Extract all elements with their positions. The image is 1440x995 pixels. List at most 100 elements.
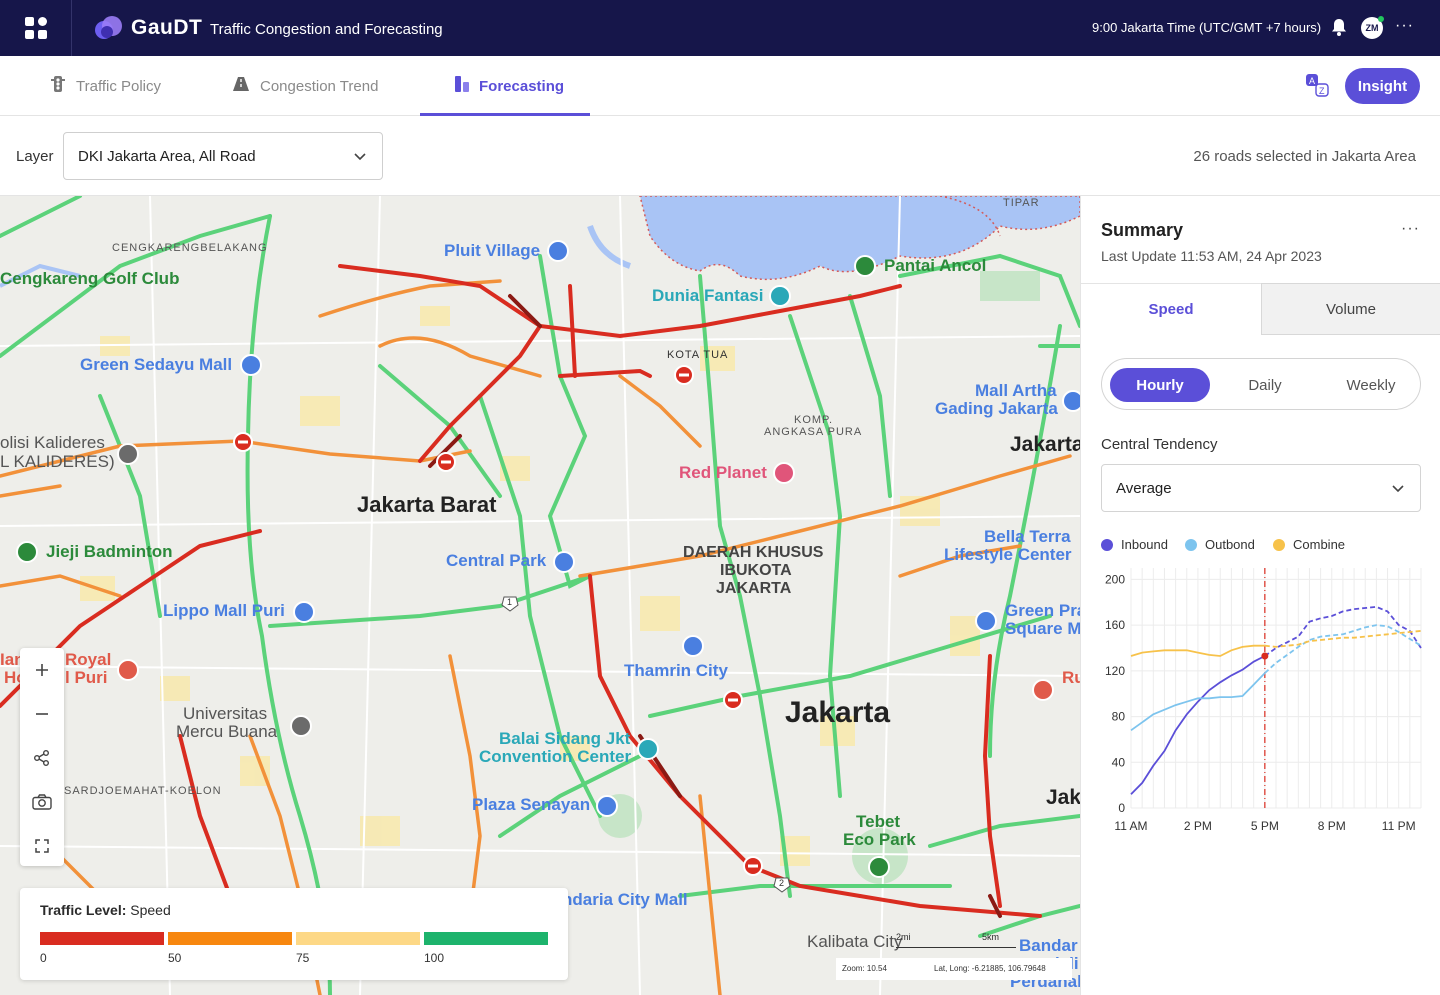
y-tick-label: 200 — [1105, 572, 1125, 586]
zoom-out-icon[interactable] — [20, 692, 64, 736]
apps-grid-icon[interactable] — [0, 0, 72, 56]
period-hourly[interactable]: Hourly — [1110, 368, 1210, 402]
tab-speed[interactable]: Speed — [1081, 283, 1261, 335]
map-label-green-pra-1: Green Pra — [1005, 601, 1080, 620]
brand-name: GauDΤ — [131, 16, 203, 39]
insight-button[interactable]: Insight — [1345, 68, 1420, 104]
traffic-map[interactable]: CENGKARENGBELAKANG Cengkareng Golf Club … — [0, 196, 1080, 995]
layer-label: Layer — [16, 148, 54, 165]
main-tabs: Traffic Policy Congestion Trend Forecast… — [0, 56, 1440, 116]
map-base-layer — [0, 196, 1080, 995]
legend-title-bold: Traffic Level: — [40, 902, 127, 918]
legend-bar-0 — [40, 932, 164, 945]
map-label-central-park: Central Park — [446, 551, 547, 570]
legend-inbound: Inbound — [1101, 537, 1168, 552]
x-tick-label: 11 PM — [1382, 819, 1416, 833]
map-label-bella-terra-2: Lifestyle Center — [944, 545, 1072, 564]
scale-km: 5km — [982, 932, 1000, 942]
timezone-clock: 9:00 Jakarta Time (UTC/GMT +7 hours) — [1092, 20, 1322, 35]
app-title: Traffic Congestion and Forecasting — [210, 21, 443, 38]
map-label-jak: Jak — [1046, 786, 1080, 809]
x-tick-label: 8 PM — [1318, 819, 1346, 833]
legend-outbond-label: Outbond — [1205, 537, 1255, 552]
map-label-dki-3: JAKARTA — [716, 580, 792, 597]
more-options-icon[interactable]: ··· — [1401, 220, 1420, 238]
map-label-jakarta-right: Jakarta — [1010, 433, 1080, 456]
map-label-umb-2: Mercu Buana — [176, 722, 278, 741]
tab-volume[interactable]: Volume — [1261, 283, 1440, 335]
map-label-dki-2: IBUKOTA — [720, 562, 792, 579]
map-label-ru: Ru — [1062, 668, 1080, 687]
tab-traffic-policy[interactable]: Traffic Policy — [50, 56, 161, 116]
fullscreen-icon[interactable] — [20, 824, 64, 868]
more-menu-icon[interactable]: ··· — [1395, 17, 1414, 35]
tab-congestion-trend[interactable]: Congestion Trend — [232, 56, 378, 116]
map-label-tipar: TIPAR — [1003, 197, 1040, 209]
map-controls — [20, 648, 64, 866]
zoom-level: Zoom: 10.54 — [842, 964, 887, 973]
layer-toolbar: Layer DKI Jakarta Area, All Road 26 road… — [0, 116, 1440, 196]
map-label-mall-artha-2: Gading Jakarta — [935, 399, 1058, 418]
combine-dot — [1273, 538, 1285, 551]
summary-title: Summary — [1101, 220, 1184, 240]
camera-icon[interactable] — [20, 780, 64, 824]
summary-panel: Summary Last Update 11:53 AM, 24 Apr 202… — [1080, 196, 1440, 995]
central-tendency-select[interactable]: Average — [1101, 464, 1421, 512]
map-label-dki-1: DAERAH KHUSUS — [683, 544, 824, 561]
legend-tick-50: 50 — [168, 951, 182, 965]
svg-text:A: A — [1309, 76, 1315, 86]
period-daily[interactable]: Daily — [1215, 368, 1315, 402]
map-label-umb-1: Universitas — [183, 704, 268, 723]
map-label-cengkareng: CENGKARENGBELAKANG — [112, 242, 268, 254]
map-label-bandar-1: Bandar — [1019, 936, 1078, 955]
legend-tick-0: 0 — [40, 951, 47, 965]
map-label-kalibata: Kalibata City — [807, 932, 903, 951]
online-status-dot — [1378, 16, 1384, 22]
map-label-ancol: Pantai Ancol — [884, 256, 987, 275]
share-icon[interactable] — [20, 736, 64, 780]
map-label-red-planet: Red Planet — [679, 463, 767, 482]
chevron-down-icon — [354, 148, 366, 165]
notification-bell-icon[interactable] — [1331, 18, 1347, 41]
legend-combine: Combine — [1273, 537, 1345, 552]
legend-title: Traffic Level: Speed — [40, 902, 171, 918]
map-label-royal-1: Royal — [65, 650, 112, 669]
translate-icon[interactable]: AZ — [1305, 72, 1331, 103]
speed-line-chart[interactable]: 0 40 80 120 160 200 11 AM 2 PM 5 PM 8 PM 11 PM — [1081, 556, 1440, 846]
map-label-dufan: Dunia Fantasi — [652, 286, 764, 305]
legend-combine-label: Combine — [1293, 537, 1346, 552]
map-label-balai-2: Convention Center — [479, 747, 632, 766]
y-tick-label: 0 — [1118, 801, 1125, 815]
zoom-in-icon[interactable] — [20, 648, 64, 692]
map-label-bella-terra-1: Bella Terra — [984, 527, 1071, 546]
tab-forecasting[interactable]: Forecasting — [455, 56, 564, 116]
x-tick-label: 11 AM — [1114, 819, 1147, 833]
map-label-kalideres-1: olisi Kalideres — [0, 433, 105, 452]
map-status-box: Zoom: 10.54 Lat, Long: -6.21885, 106.796… — [836, 958, 1072, 980]
tab-label: Traffic Policy — [76, 77, 162, 95]
scale-mi: 2mi — [896, 932, 911, 942]
map-label-lippo: Lippo Mall Puri — [163, 601, 285, 620]
map-label-sardjo: SARDJOEMAHAT-KOELON — [64, 785, 222, 797]
layer-select[interactable]: DKI Jakarta Area, All Road — [63, 132, 383, 180]
route-shield-1: 1 — [507, 597, 513, 607]
last-update: Last Update 11:53 AM, 24 Apr 2023 — [1101, 248, 1322, 264]
map-label-pluit: Pluit Village — [444, 241, 541, 260]
x-tick-label: 5 PM — [1251, 819, 1279, 833]
map-label-jakarta-barat: Jakarta Barat — [357, 492, 497, 517]
layer-select-value: DKI Jakarta Area, All Road — [78, 147, 256, 165]
period-weekly[interactable]: Weekly — [1321, 368, 1421, 402]
y-tick-label: 80 — [1112, 710, 1126, 724]
map-label-royal-2: l Puri — [65, 668, 108, 687]
map-label-tebet-1: Tebet — [856, 812, 901, 831]
inbound-dot — [1101, 538, 1113, 551]
map-label-gandaria: ndaria City Mall — [562, 890, 688, 909]
legend-inbound-label: Inbound — [1121, 537, 1168, 552]
current-time-point — [1261, 652, 1269, 660]
map-label-jieji: Jieji Badminton — [46, 542, 173, 561]
outbond-dot — [1185, 538, 1197, 551]
lat-long-readout: Lat, Long: -6.21885, 106.79648 — [934, 964, 1046, 973]
y-tick-label: 120 — [1105, 664, 1125, 678]
forecast-icon — [455, 76, 469, 96]
legend-title-rest: Speed — [126, 902, 171, 918]
